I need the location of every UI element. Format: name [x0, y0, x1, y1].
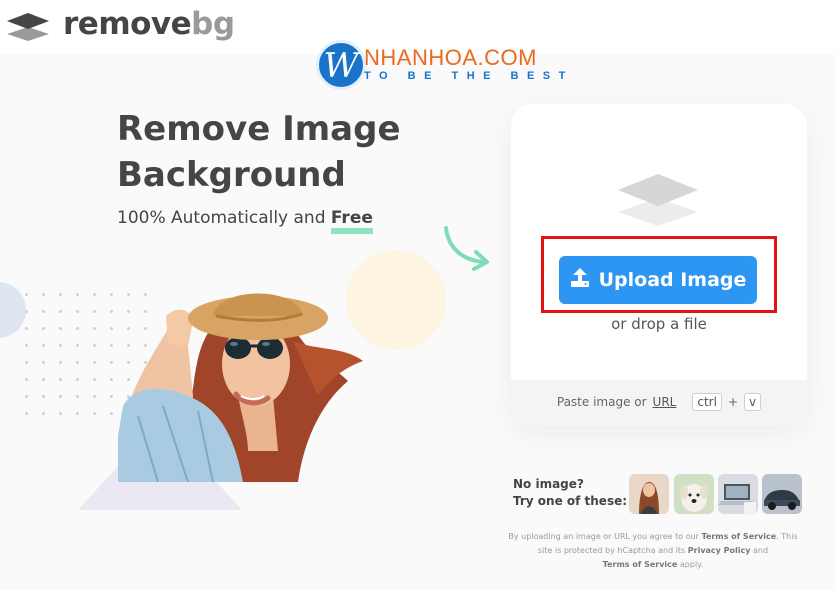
- hero-photo-woman: [118, 286, 376, 483]
- logo-word-remove: remove: [63, 6, 192, 42]
- hero-subtitle-free: Free: [330, 208, 373, 234]
- samples-label-line2: Try one of these:: [513, 494, 628, 508]
- disclaimer-text-1: By uploading an image or URL you agree t…: [508, 532, 702, 541]
- disclaimer-text-4: apply.: [677, 560, 704, 569]
- sample-thumb-dog[interactable]: [674, 474, 714, 514]
- terms-of-service-link-2[interactable]: Terms of Service: [603, 560, 678, 569]
- watermark-tagline: TO BE THE BEST: [364, 70, 574, 82]
- drop-file-text: or drop a file: [611, 315, 707, 333]
- key-v: v: [744, 393, 762, 411]
- hero-subtitle: 100% Automatically and Free: [117, 208, 373, 234]
- watermark-logo-icon: W: [316, 40, 366, 90]
- annotation-highlight-box: [541, 236, 777, 313]
- key-ctrl: ctrl: [692, 393, 722, 411]
- samples-label-line1: No image?: [513, 477, 584, 491]
- sample-thumb-woman[interactable]: [629, 474, 669, 514]
- logo-word-bg: bg: [191, 6, 235, 42]
- green-arrow-icon: [438, 222, 494, 276]
- logo-wordmark[interactable]: removebg: [63, 6, 235, 42]
- samples-label: No image? Try one of these:: [513, 476, 627, 510]
- watermark-name: NHANHOA.COM: [364, 45, 537, 70]
- key-plus: +: [727, 395, 738, 409]
- terms-of-service-link[interactable]: Terms of Service: [702, 532, 777, 541]
- paste-hint: Paste image or URL ctrl + v: [511, 393, 807, 411]
- paste-hint-text: Paste image or: [556, 395, 647, 409]
- disclaimer-text-3: and: [750, 546, 769, 555]
- paste-url-link[interactable]: URL: [653, 395, 677, 409]
- sample-thumb-laptop[interactable]: [718, 474, 758, 514]
- logo-stack-icon[interactable]: [6, 12, 50, 46]
- layers-placeholder-icon: [616, 170, 700, 234]
- legal-disclaimer: By uploading an image or URL you agree t…: [500, 530, 806, 572]
- sample-thumb-car[interactable]: [762, 474, 802, 514]
- privacy-policy-link[interactable]: Privacy Policy: [688, 546, 751, 555]
- watermark-letter: W: [323, 46, 359, 86]
- hero-subtitle-text: 100% Automatically and: [117, 208, 331, 228]
- hero-title: Remove Image Background: [117, 109, 401, 195]
